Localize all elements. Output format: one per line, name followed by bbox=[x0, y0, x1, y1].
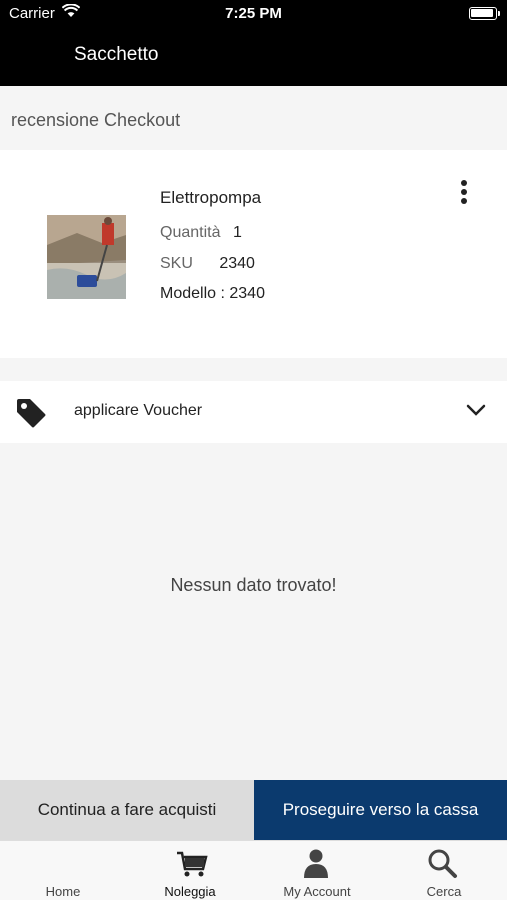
tab-label: Cerca bbox=[426, 884, 462, 899]
empty-state-message: Nessun dato trovato! bbox=[170, 575, 337, 595]
status-bar: Carrier 7:25 PM bbox=[0, 0, 507, 28]
model-row: Modello : 2340 bbox=[160, 285, 265, 303]
page-title: Sacchetto bbox=[74, 44, 159, 65]
tab-bar: Home Noleggia My Account Cerca bbox=[0, 840, 507, 900]
chevron-down-icon[interactable] bbox=[466, 403, 486, 417]
quantity-value: 1 bbox=[232, 224, 242, 241]
product-name: Elettropompa bbox=[160, 188, 262, 207]
tab-label: My Account bbox=[283, 884, 351, 899]
more-options-icon[interactable] bbox=[452, 178, 476, 208]
tab-noleggia[interactable]: Noleggia bbox=[127, 841, 253, 900]
tag-icon bbox=[17, 399, 46, 428]
section-title: recensione Checkout bbox=[11, 110, 181, 130]
tab-cerca[interactable]: Cerca bbox=[381, 841, 507, 900]
sku-value: 2340 bbox=[219, 255, 255, 272]
user-icon bbox=[304, 849, 328, 878]
proceed-to-checkout-button[interactable]: Proseguire verso la cassa bbox=[254, 780, 507, 840]
continue-shopping-button[interactable]: Continua a fare acquisti bbox=[0, 780, 254, 840]
sku-row: SKU 2340 bbox=[160, 255, 255, 273]
clock: 7:25 PM bbox=[225, 5, 282, 22]
tab-home[interactable]: Home bbox=[0, 841, 126, 900]
section-header: recensione Checkout bbox=[0, 86, 507, 150]
sku-label: SKU bbox=[160, 255, 193, 272]
quantity-row: Quantità 1 bbox=[160, 224, 242, 242]
home-icon bbox=[0, 847, 126, 879]
search-icon bbox=[428, 849, 457, 878]
model-label: Modello : bbox=[160, 285, 225, 302]
quantity-label: Quantità bbox=[160, 224, 221, 241]
cart-icon bbox=[177, 851, 208, 877]
tab-my-account[interactable]: My Account bbox=[254, 841, 380, 900]
voucher-label: applicare Voucher bbox=[74, 402, 203, 419]
navigation-bar: Carrier 7:25 PM Sacchetto bbox=[0, 0, 507, 86]
model-value: 2340 bbox=[229, 285, 265, 302]
tab-label: Noleggia bbox=[164, 884, 216, 899]
tab-label: Home bbox=[45, 884, 81, 899]
cart-item: Elettropompa Quantità 1 SKU 2340 Modello… bbox=[0, 150, 507, 358]
battery-icon bbox=[469, 7, 500, 20]
product-image bbox=[47, 215, 126, 299]
voucher-row[interactable]: applicare Voucher bbox=[0, 381, 507, 443]
